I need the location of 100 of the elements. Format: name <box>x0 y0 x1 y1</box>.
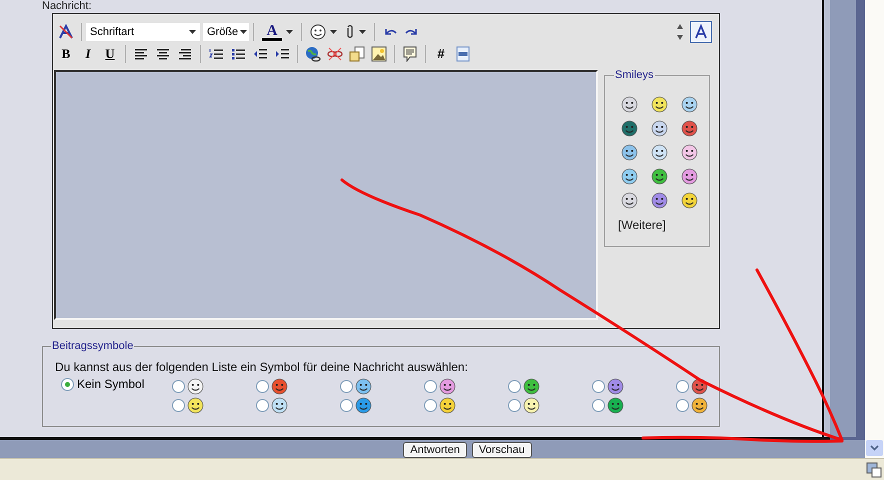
post-symbol-icon <box>607 378 624 395</box>
smiley-button[interactable] <box>651 96 668 113</box>
smileys-legend: Smileys <box>614 68 655 82</box>
smiley-face-icon <box>651 96 668 113</box>
smiley-face-icon <box>651 144 668 161</box>
smiley-face-icon <box>621 168 638 185</box>
smiley-face-icon <box>651 192 668 209</box>
speech-bubble-icon <box>403 46 417 62</box>
numbered-list-icon <box>209 48 223 60</box>
italic-button[interactable]: I <box>77 44 99 64</box>
smiley-face-icon <box>681 168 698 185</box>
code-button[interactable]: # <box>430 44 452 64</box>
smiley-button[interactable] <box>621 96 638 113</box>
smiley-icon <box>310 24 326 40</box>
smiley-face-icon <box>681 120 698 137</box>
smiley-button[interactable] <box>681 120 698 137</box>
post-symbol-icon <box>271 378 288 395</box>
scroll-down-button[interactable] <box>866 440 883 456</box>
radio-button[interactable] <box>340 380 353 393</box>
radio-button[interactable] <box>508 380 521 393</box>
smiley-button[interactable] <box>681 144 698 161</box>
radio-button[interactable] <box>424 399 437 412</box>
eraser-a-icon <box>58 24 74 40</box>
smiley-button[interactable] <box>621 168 638 185</box>
window-panel-icon <box>866 462 882 478</box>
radio-button[interactable] <box>172 380 185 393</box>
smiley-face-icon <box>651 120 668 137</box>
caret-icon <box>359 30 366 34</box>
post-symbol-icon <box>187 397 204 414</box>
post-icons-instruction: Du kannst aus der folgenden Liste ein Symbol für deine Nachricht auswählen: <box>55 360 469 375</box>
align-center-icon <box>156 48 170 60</box>
font-color-button[interactable]: A <box>258 22 297 42</box>
post-symbol-icon <box>355 378 372 395</box>
caret-icon <box>286 30 293 34</box>
radio-button[interactable] <box>676 399 689 412</box>
radio-button[interactable] <box>340 399 353 412</box>
letter-a-icon <box>693 24 709 40</box>
post-symbol-icon <box>607 397 624 414</box>
smiley-face-icon <box>621 144 638 161</box>
smiley-button[interactable] <box>621 144 638 161</box>
radio-button[interactable] <box>61 378 74 391</box>
smiley-face-icon <box>621 192 638 209</box>
form-button[interactable]: Vorschau <box>472 442 532 458</box>
smiley-face-icon <box>651 168 668 185</box>
smiley-button[interactable] <box>681 96 698 113</box>
align-left-icon <box>134 48 148 60</box>
resize-arrows-icon <box>676 23 684 41</box>
smiley-button[interactable] <box>651 168 668 185</box>
chevron-down-icon <box>870 445 879 451</box>
indent-icon <box>275 48 289 60</box>
document-icon <box>349 46 365 62</box>
outdent-icon <box>253 48 267 60</box>
radio-button[interactable] <box>172 399 185 412</box>
broken-link-icon <box>327 47 343 61</box>
smiley-button[interactable] <box>651 120 668 137</box>
smiley-button[interactable] <box>681 192 698 209</box>
radio-button[interactable] <box>256 399 269 412</box>
no-symbol-option[interactable]: Kein Symbol <box>61 378 172 414</box>
smiley-button[interactable] <box>681 168 698 185</box>
radio-button[interactable] <box>676 380 689 393</box>
smiley-button[interactable] <box>621 192 638 209</box>
bullet-list-icon <box>231 48 245 60</box>
post-symbol-icon <box>439 397 456 414</box>
post-symbol-icon <box>691 378 708 395</box>
php-file-icon <box>456 46 470 62</box>
globe-link-icon <box>305 46 321 62</box>
post-icons-legend: Beitragssymbole <box>51 339 134 353</box>
post-symbol-icon <box>439 378 456 395</box>
post-symbol-icon <box>187 378 204 395</box>
more-smileys-link[interactable]: [Weitere] <box>618 216 709 234</box>
radio-button[interactable] <box>592 380 605 393</box>
radio-button[interactable] <box>508 399 521 412</box>
post-symbol-icon <box>355 397 372 414</box>
smiley-face-icon <box>681 192 698 209</box>
caret-icon <box>189 30 196 34</box>
smiley-button[interactable] <box>621 120 638 137</box>
smiley-button[interactable] <box>651 192 668 209</box>
radio-button[interactable] <box>424 380 437 393</box>
image-icon <box>371 46 387 62</box>
form-button[interactable]: Antworten <box>403 442 467 458</box>
size-select[interactable]: Größe <box>203 23 249 41</box>
smiley-button[interactable] <box>651 144 668 161</box>
post-symbol-icon <box>523 378 540 395</box>
smiley-face-icon <box>681 144 698 161</box>
underline-button[interactable]: U <box>99 44 121 64</box>
undo-icon <box>383 27 397 37</box>
post-symbol-icon <box>691 397 708 414</box>
toggle-mode-button[interactable] <box>690 21 712 43</box>
smiley-face-icon <box>621 120 638 137</box>
font-select[interactable]: Schriftart <box>86 23 200 41</box>
radio-button[interactable] <box>256 380 269 393</box>
align-right-icon <box>178 48 192 60</box>
radio-button[interactable] <box>592 399 605 412</box>
post-symbol-icon <box>523 397 540 414</box>
smiley-face-icon <box>621 96 638 113</box>
smiley-face-icon <box>681 96 698 113</box>
post-symbol-icon <box>271 397 288 414</box>
caret-icon <box>330 30 337 34</box>
bold-button[interactable]: B <box>55 44 77 64</box>
paperclip-icon <box>345 24 355 40</box>
